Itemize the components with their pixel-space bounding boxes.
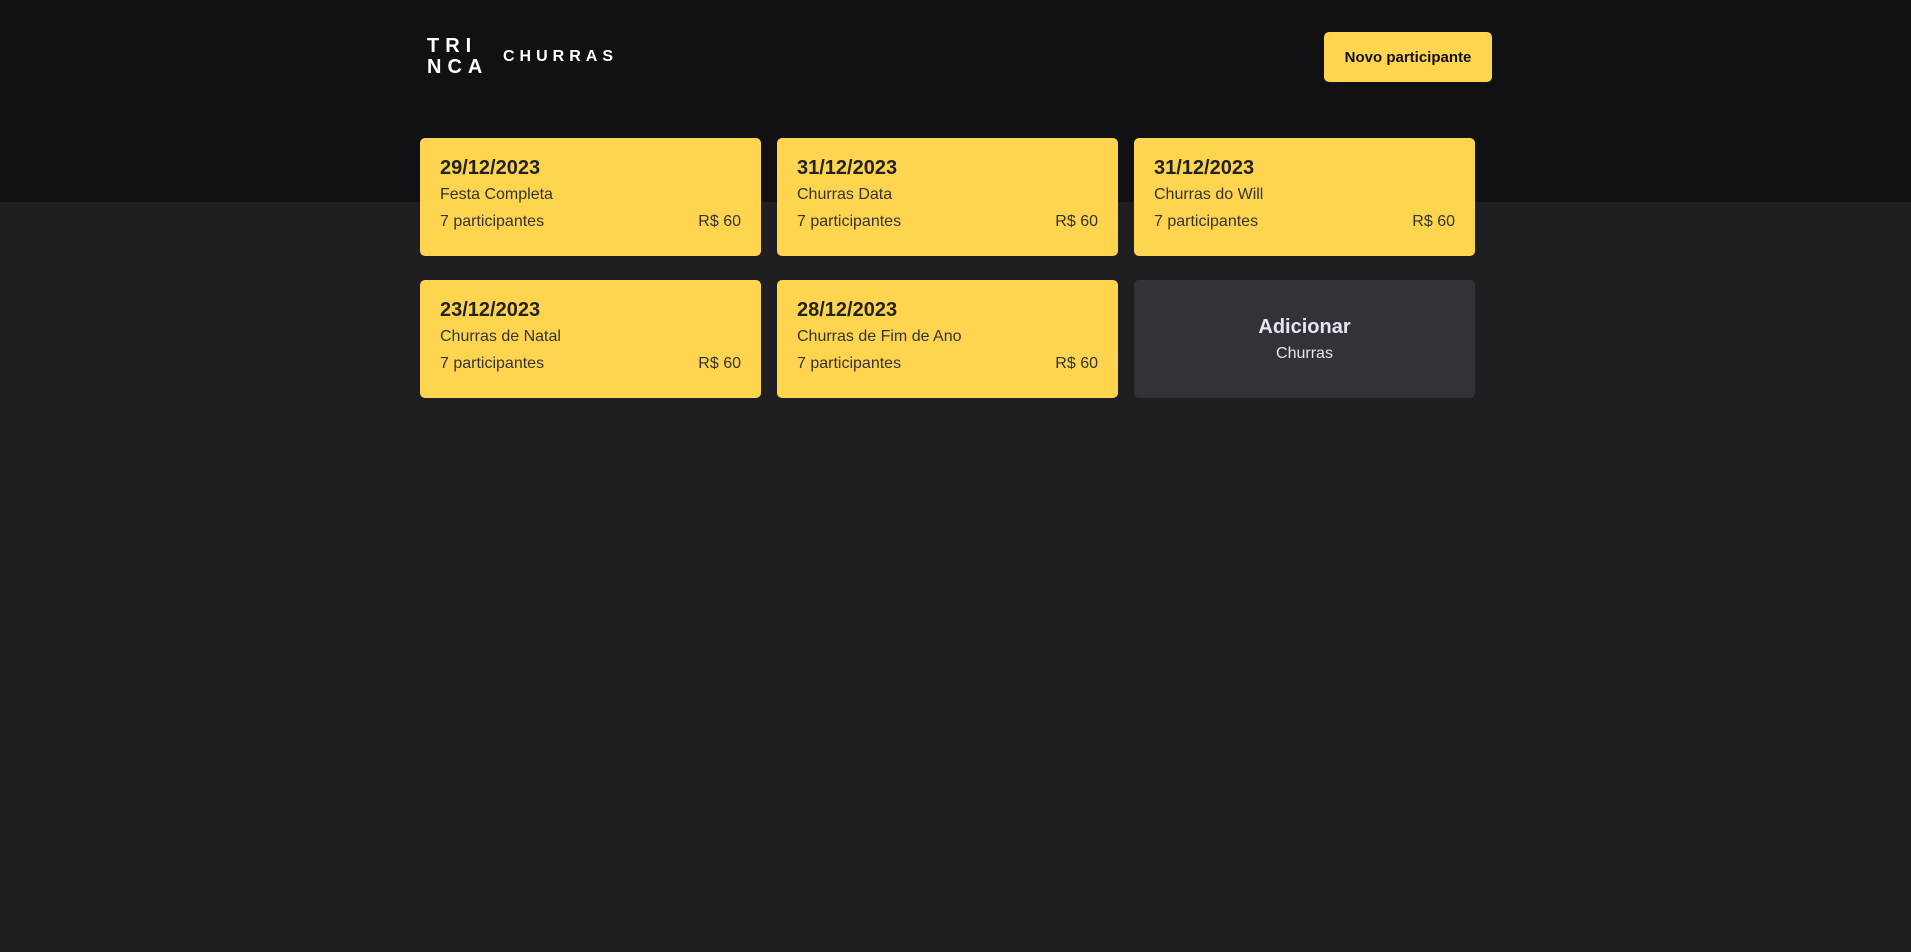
add-card-subtitle: Churras: [1276, 344, 1333, 362]
event-participants: 7 participantes: [440, 213, 545, 230]
add-churras-card[interactable]: Adicionar Churras: [1134, 280, 1475, 398]
events-grid: 29/12/2023 Festa Completa 7 participante…: [420, 138, 1476, 398]
new-participant-button[interactable]: Novo participante: [1324, 32, 1492, 82]
event-card[interactable]: 23/12/2023 Churras de Natal 7 participan…: [420, 280, 761, 398]
event-title: Churras de Natal: [440, 328, 561, 345]
event-amount: R$ 60: [698, 213, 741, 230]
logo-line-2: NCA: [427, 56, 489, 78]
event-date: 28/12/2023: [797, 299, 898, 321]
add-card-title: Adicionar: [1258, 315, 1351, 338]
event-date: 31/12/2023: [1154, 157, 1255, 179]
event-amount: R$ 60: [698, 355, 741, 372]
event-card[interactable]: 31/12/2023 Churras do Will 7 participant…: [1134, 138, 1475, 256]
event-card[interactable]: 28/12/2023 Churras de Fim de Ano 7 parti…: [777, 280, 1118, 398]
app-header: TRI NCA CHURRAS Novo participante: [0, 0, 1911, 115]
event-title: Churras de Fim de Ano: [797, 328, 962, 345]
event-date: 31/12/2023: [797, 157, 898, 179]
event-title: Churras Data: [797, 186, 893, 203]
event-footer: 7 participantes R$ 60: [797, 354, 1098, 374]
event-date: 23/12/2023: [440, 299, 541, 321]
event-title: Festa Completa: [440, 186, 553, 203]
event-footer: 7 participantes R$ 60: [797, 212, 1098, 232]
event-participants: 7 participantes: [797, 355, 902, 372]
event-title: Churras do Will: [1154, 186, 1264, 203]
event-amount: R$ 60: [1055, 355, 1098, 372]
event-amount: R$ 60: [1412, 213, 1455, 230]
event-participants: 7 participantes: [1154, 213, 1259, 230]
event-date: 29/12/2023: [440, 157, 541, 179]
event-amount: R$ 60: [1055, 213, 1098, 230]
event-footer: 7 participantes R$ 60: [440, 354, 741, 374]
brand-name: CHURRAS: [503, 48, 618, 65]
event-footer: 7 participantes R$ 60: [440, 212, 741, 232]
event-footer: 7 participantes R$ 60: [1154, 212, 1455, 232]
event-participants: 7 participantes: [440, 355, 545, 372]
logo-line-1: TRI: [427, 35, 478, 57]
trinca-logo[interactable]: TRI NCA: [427, 36, 488, 78]
event-card[interactable]: 31/12/2023 Churras Data 7 participantes …: [777, 138, 1118, 256]
event-card[interactable]: 29/12/2023 Festa Completa 7 participante…: [420, 138, 761, 256]
event-participants: 7 participantes: [797, 213, 902, 230]
